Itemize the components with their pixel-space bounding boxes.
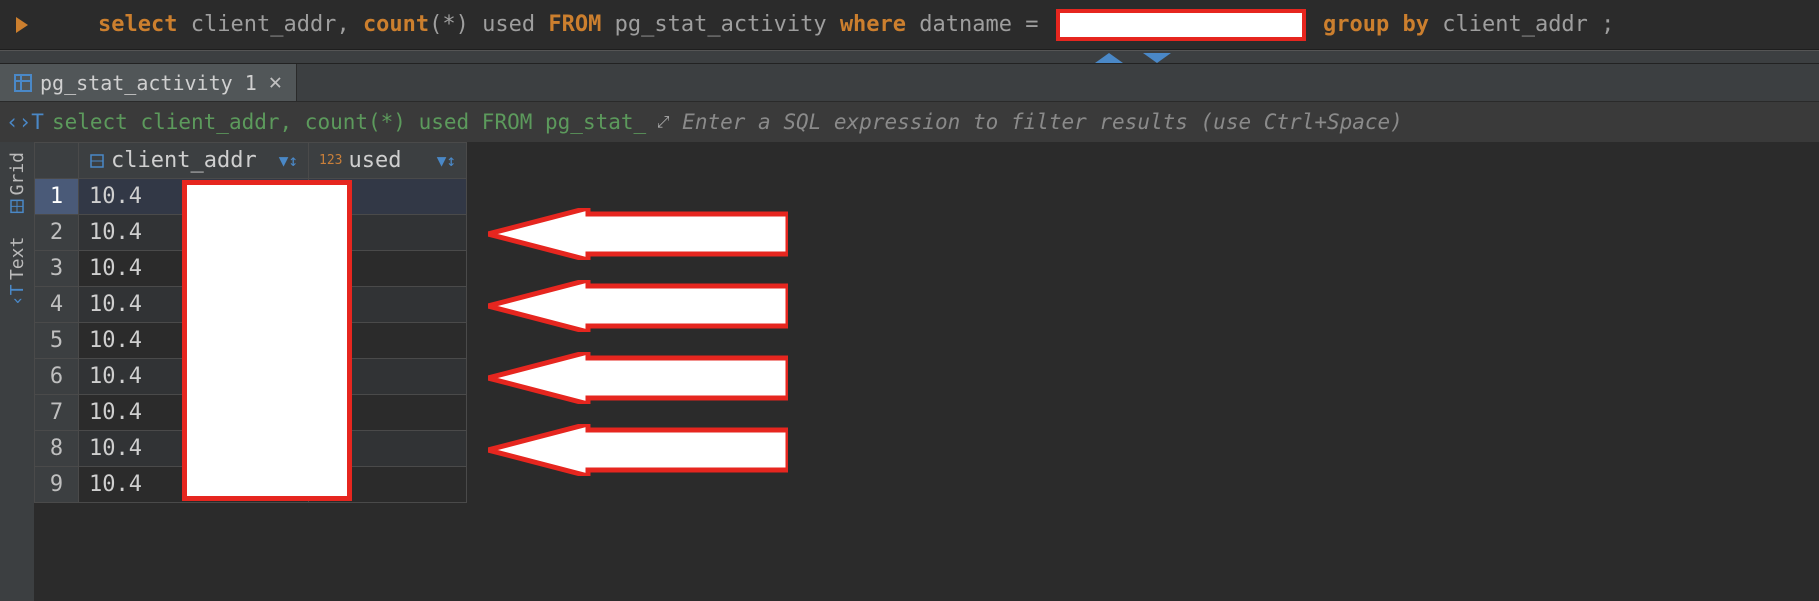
filter-input[interactable]: Enter a SQL expression to filter results… (678, 110, 1819, 134)
column-header-client-addr[interactable]: client_addr ▼↕ (79, 143, 309, 179)
result-view-tabs: Grid ‹T Text (0, 142, 34, 601)
text-icon: ‹T (7, 285, 28, 307)
row-number[interactable]: 9 (35, 467, 79, 503)
cell-client-addr[interactable]: 10.4 (79, 179, 309, 215)
cell-used[interactable]: 29 (309, 323, 467, 359)
row-number[interactable]: 1 (35, 179, 79, 215)
cell-used[interactable]: 27 (309, 251, 467, 287)
table-row[interactable]: 710.42 (35, 395, 467, 431)
cell-used[interactable]: 2 (309, 395, 467, 431)
row-number[interactable]: 5 (35, 323, 79, 359)
table-row[interactable]: 810.429 (35, 431, 467, 467)
table-row[interactable]: 110.428 (35, 179, 467, 215)
number-type-icon: 123 (319, 153, 342, 168)
cell-used[interactable]: 30 (309, 359, 467, 395)
result-tabbar: pg_stat_activity 1 ✕ (0, 64, 1819, 102)
kw-from: FROM (548, 12, 601, 37)
expand-query-icon[interactable]: ⤢ (646, 112, 678, 132)
column-header-used[interactable]: 123 used ▼↕ (309, 143, 467, 179)
cell-used[interactable]: 29 (309, 431, 467, 467)
filter-bar: ‹›T select client_addr, count(*) used FR… (0, 102, 1819, 142)
table-row[interactable]: 510.429 (35, 323, 467, 359)
cell-client-addr[interactable]: 10.4 (79, 467, 309, 503)
collapse-up-icon[interactable] (1095, 53, 1123, 63)
cell-client-addr[interactable]: 10.4 (79, 431, 309, 467)
run-query-icon[interactable] (16, 17, 28, 33)
row-number[interactable]: 8 (35, 431, 79, 467)
table-icon (14, 74, 32, 92)
redacted-value (1056, 9, 1306, 41)
tab-pg-stat-activity[interactable]: pg_stat_activity 1 ✕ (0, 64, 297, 101)
cell-client-addr[interactable]: 10.4 (79, 251, 309, 287)
collapse-down-icon[interactable] (1143, 53, 1171, 63)
filter-sort-icon[interactable]: ▼↕ (279, 151, 298, 170)
annotation-arrow-icon (488, 352, 788, 404)
cell-client-addr[interactable]: 10.4 (79, 395, 309, 431)
row-number[interactable]: 3 (35, 251, 79, 287)
table-row[interactable]: 610.430 (35, 359, 467, 395)
query-summary[interactable]: select client_addr, count(*) used FROM p… (52, 110, 646, 134)
cell-used[interactable]: 28 (309, 179, 467, 215)
sidetab-text[interactable]: ‹T Text (5, 231, 30, 312)
table-row[interactable]: 410.44 (35, 287, 467, 323)
sql-editor[interactable]: select client_addr, count(*) used FROM p… (0, 0, 1819, 50)
row-number[interactable]: 4 (35, 287, 79, 323)
table-row[interactable]: 310.427 (35, 251, 467, 287)
sql-summary-icon[interactable]: ‹›T (6, 110, 44, 134)
kw-select: select (98, 12, 177, 37)
sidetab-grid[interactable]: Grid (5, 146, 30, 219)
row-number[interactable]: 6 (35, 359, 79, 395)
cell-used[interactable]: 29 (309, 467, 467, 503)
corner-cell[interactable] (35, 143, 79, 179)
kw-count: count (363, 12, 429, 37)
cell-used[interactable]: 32 (309, 215, 467, 251)
table-row[interactable]: 910.429 (35, 467, 467, 503)
kw-group-by: group by (1323, 12, 1429, 37)
cell-client-addr[interactable]: 10.4 (79, 323, 309, 359)
sql-text[interactable]: select client_addr, count(*) used FROM p… (98, 9, 1614, 41)
result-grid-wrap: client_addr ▼↕ 123 used ▼↕ 110.428210.43… (34, 142, 1819, 601)
filter-sort-icon[interactable]: ▼↕ (437, 151, 456, 170)
cell-client-addr[interactable]: 10.4 (79, 287, 309, 323)
kw-where: where (840, 12, 906, 37)
column-type-icon (89, 153, 105, 169)
grid-icon (10, 199, 24, 213)
row-number[interactable]: 7 (35, 395, 79, 431)
cell-client-addr[interactable]: 10.4 (79, 215, 309, 251)
table-row[interactable]: 210.432 (35, 215, 467, 251)
panel-divider[interactable] (0, 50, 1819, 64)
annotation-arrow-icon (488, 208, 788, 260)
result-grid[interactable]: client_addr ▼↕ 123 used ▼↕ 110.428210.43… (34, 142, 467, 503)
row-number[interactable]: 2 (35, 215, 79, 251)
tab-close-icon[interactable]: ✕ (269, 70, 282, 95)
annotation-arrow-icon (488, 424, 788, 476)
cell-client-addr[interactable]: 10.4 (79, 359, 309, 395)
annotation-arrow-icon (488, 280, 788, 332)
cell-used[interactable]: 4 (309, 287, 467, 323)
tab-title: pg_stat_activity 1 (40, 71, 257, 95)
